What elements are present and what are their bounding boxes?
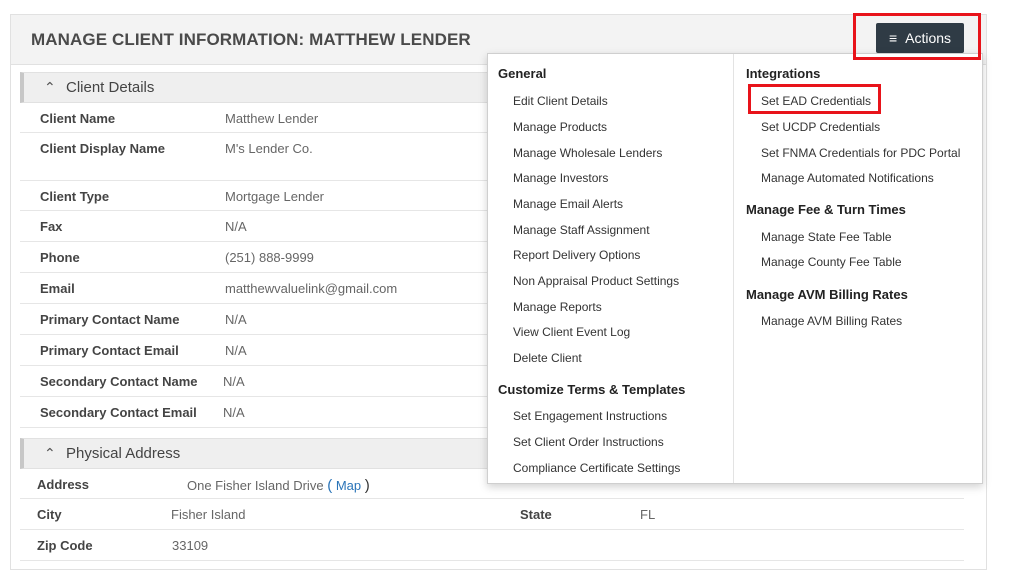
- detail-value: N/A: [225, 219, 247, 234]
- dropdown-right-column: Integrations Set EAD Credentials Set UCD…: [734, 54, 982, 483]
- ead-credentials-highlight-box: [748, 84, 881, 114]
- detail-value: N/A: [223, 374, 245, 389]
- menu-item-manage-reports[interactable]: Manage Reports: [513, 300, 602, 314]
- menu-item-edit-client-details[interactable]: Edit Client Details: [513, 94, 608, 108]
- chevron-up-icon: ⌃: [44, 79, 56, 95]
- menu-item-manage-avm-billing-rates[interactable]: Manage AVM Billing Rates: [761, 314, 902, 328]
- detail-label: Phone: [40, 250, 80, 265]
- chevron-up-icon: ⌃: [44, 445, 56, 461]
- menu-item-non-appraisal-product-settings[interactable]: Non Appraisal Product Settings: [513, 274, 679, 288]
- map-link[interactable]: Map: [336, 478, 361, 493]
- detail-label: Primary Contact Name: [40, 312, 180, 327]
- customize-heading: Customize Terms & Templates: [498, 382, 686, 397]
- menu-item-set-engagement-instructions[interactable]: Set Engagement Instructions: [513, 409, 667, 423]
- zip-label: Zip Code: [37, 538, 93, 553]
- detail-value: Mortgage Lender: [225, 189, 325, 204]
- page-title: MANAGE CLIENT INFORMATION: MATTHEW LENDE…: [31, 30, 471, 49]
- city-label: City: [37, 507, 62, 522]
- menu-item-report-delivery-options[interactable]: Report Delivery Options: [513, 248, 640, 262]
- email-link[interactable]: matthewvaluelink@gmail.com: [225, 281, 397, 296]
- detail-value: N/A: [225, 312, 247, 327]
- detail-value: M's Lender Co.: [225, 141, 313, 156]
- menu-item-manage-automated-notifications[interactable]: Manage Automated Notifications: [761, 171, 934, 185]
- detail-label: Client Display Name: [40, 141, 165, 156]
- zip-row: Zip Code 33109: [20, 530, 964, 561]
- detail-label: Secondary Contact Name: [40, 374, 198, 389]
- menu-item-compliance-certificate-settings[interactable]: Compliance Certificate Settings: [513, 461, 680, 475]
- city-value: Fisher Island: [171, 507, 246, 522]
- detail-label: Email: [40, 281, 75, 296]
- avm-heading: Manage AVM Billing Rates: [746, 287, 908, 302]
- integrations-heading: Integrations: [746, 66, 821, 81]
- detail-value: N/A: [225, 343, 247, 358]
- menu-item-manage-email-alerts[interactable]: Manage Email Alerts: [513, 197, 623, 211]
- detail-value: N/A: [223, 405, 245, 420]
- zip-value: 33109: [172, 538, 209, 553]
- detail-label: Client Name: [40, 111, 116, 126]
- general-heading: General: [498, 66, 547, 81]
- menu-item-manage-state-fee-table[interactable]: Manage State Fee Table: [761, 230, 892, 244]
- menu-item-delete-client[interactable]: Delete Client: [513, 351, 582, 365]
- detail-value: (251) 888-9999: [225, 250, 314, 265]
- address-label: Address: [37, 477, 90, 492]
- menu-item-set-client-order-instructions[interactable]: Set Client Order Instructions: [513, 435, 664, 449]
- actions-dropdown-menu: General Edit Client Details Manage Produ…: [487, 53, 983, 484]
- detail-label: Client Type: [40, 189, 110, 204]
- menu-item-set-ucdp-credentials[interactable]: Set UCDP Credentials: [761, 120, 880, 134]
- menu-item-view-client-event-log[interactable]: View Client Event Log: [513, 325, 630, 339]
- menu-item-manage-staff-assignment[interactable]: Manage Staff Assignment: [513, 223, 650, 237]
- menu-item-manage-county-fee-table[interactable]: Manage County Fee Table: [761, 255, 902, 269]
- state-value: FL: [640, 507, 656, 522]
- client-details-title: Client Details: [66, 79, 155, 96]
- menu-item-manage-products[interactable]: Manage Products: [513, 120, 607, 134]
- state-label: State: [520, 507, 552, 522]
- address-value-group: One Fisher Island Drive ( Map ): [187, 477, 370, 494]
- menu-item-set-fnma-credentials[interactable]: Set FNMA Credentials for PDC Portal: [761, 146, 960, 160]
- map-paren-open: (: [327, 477, 333, 494]
- city-row: City Fisher Island State FL: [20, 499, 964, 530]
- physical-address-title: Physical Address: [66, 445, 181, 462]
- actions-highlight-box: [853, 13, 981, 60]
- detail-value: Matthew Lender: [225, 111, 319, 126]
- map-paren-close: ): [364, 477, 370, 494]
- detail-label: Primary Contact Email: [40, 343, 179, 358]
- fee-turn-times-heading: Manage Fee & Turn Times: [746, 202, 906, 217]
- detail-label: Fax: [40, 219, 63, 234]
- address-value: One Fisher Island Drive: [187, 478, 324, 493]
- menu-item-manage-investors[interactable]: Manage Investors: [513, 171, 608, 185]
- dropdown-left-column: General Edit Client Details Manage Produ…: [488, 54, 734, 483]
- menu-item-manage-wholesale-lenders[interactable]: Manage Wholesale Lenders: [513, 146, 662, 160]
- detail-label: Secondary Contact Email: [40, 405, 197, 420]
